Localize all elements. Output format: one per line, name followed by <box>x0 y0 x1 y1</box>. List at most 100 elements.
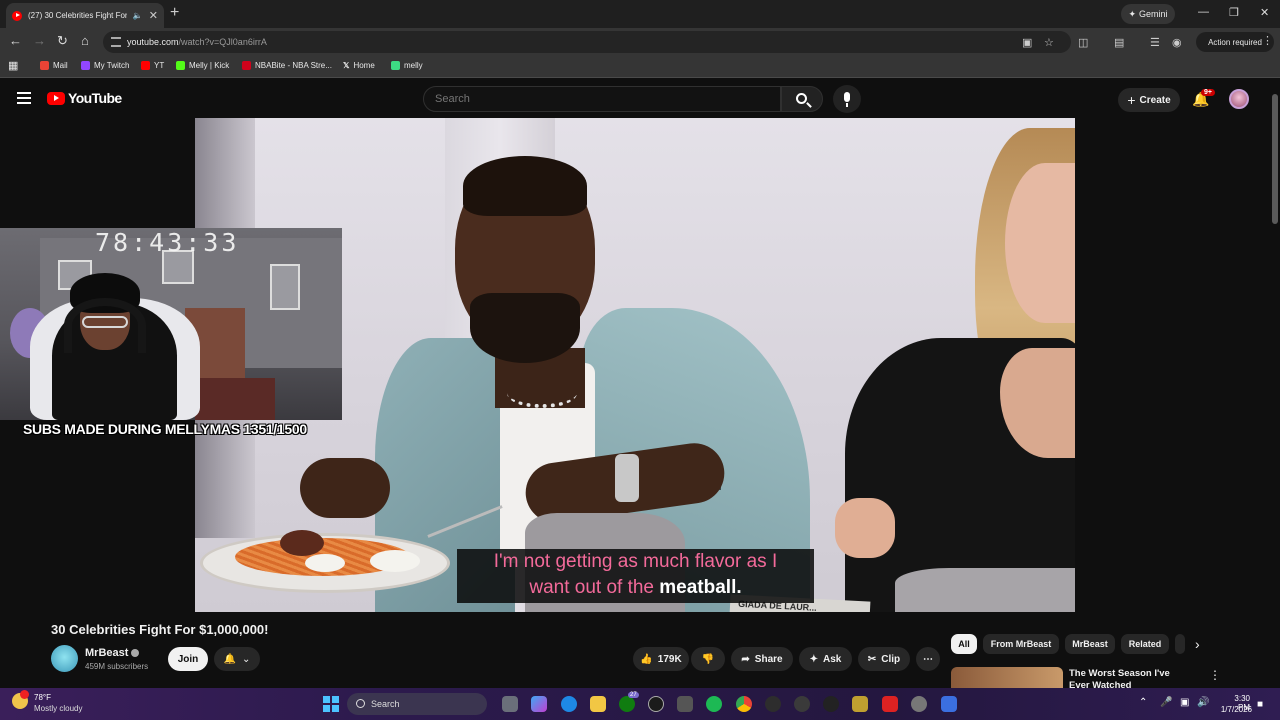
recommended-video-title[interactable]: The Worst Season I've Ever Watched <box>1069 668 1189 688</box>
cast-icon[interactable]: ▣ <box>1022 36 1032 49</box>
account-avatar[interactable] <box>1229 89 1249 109</box>
spotify-icon[interactable] <box>706 696 722 712</box>
woman-hand <box>835 498 895 558</box>
steam-icon[interactable] <box>648 696 664 712</box>
close-window-icon[interactable]: ✕ <box>1260 6 1269 19</box>
forward-icon[interactable]: → <box>33 33 46 48</box>
chip-all[interactable]: All <box>951 634 977 654</box>
bookmark-star-icon[interactable]: ☆ <box>1044 36 1054 49</box>
create-label: Create <box>1139 94 1171 106</box>
extensions-icon[interactable]: ◫ <box>1078 36 1088 49</box>
gemini-button[interactable]: ✦ Gemini <box>1121 4 1175 24</box>
action-required-label: Action required <box>1208 37 1262 47</box>
obs-icon[interactable] <box>765 696 781 712</box>
weather-description[interactable]: Mostly cloudy <box>34 704 82 713</box>
melly-icon <box>391 61 400 70</box>
glasses <box>82 316 128 328</box>
back-icon[interactable]: ← <box>9 33 22 48</box>
recommended-video-thumbnail[interactable] <box>951 667 1063 688</box>
chrome-icon[interactable] <box>736 696 752 712</box>
tab-search-icon[interactable]: ▤ <box>1114 36 1124 49</box>
minimize-icon[interactable]: — <box>1198 6 1209 18</box>
roblox-icon[interactable] <box>941 696 957 712</box>
more-actions-button[interactable]: ⋯ <box>916 647 940 671</box>
store-icon[interactable] <box>677 696 693 712</box>
taskbar-search-label: Search <box>371 699 400 709</box>
tray-notification-icon[interactable]: ■ <box>1257 699 1263 710</box>
mozzarella <box>305 554 345 572</box>
windows-taskbar <box>0 688 1280 720</box>
edge-icon[interactable] <box>561 696 577 712</box>
bookmark-melly[interactable]: melly <box>391 61 423 70</box>
share-button[interactable]: ➦ Share <box>731 647 793 671</box>
tab-close-icon[interactable]: ✕ <box>149 9 158 22</box>
capcut-icon[interactable] <box>823 696 839 712</box>
browser-tab[interactable]: (27) 30 Celebrities Fight For 🔈 ✕ <box>6 3 164 28</box>
xbox-icon[interactable] <box>619 696 635 712</box>
bookmark-yt[interactable]: YT <box>141 61 164 70</box>
search-button[interactable] <box>781 86 823 112</box>
channel-name[interactable]: MrBeast <box>85 647 140 659</box>
address-bar[interactable]: youtube.com/watch?v=QJl0an6irrA <box>103 31 1071 53</box>
taskbar-clock-date[interactable]: 1/7/2026 <box>1218 705 1252 714</box>
tray-volume-icon[interactable]: 🔊 <box>1197 697 1209 708</box>
bookmark-my-twitch[interactable]: My Twitch <box>81 61 129 70</box>
new-tab-button[interactable]: + <box>170 4 179 22</box>
chip-label: From MrBeast <box>990 639 1052 649</box>
tray-mic-icon[interactable]: 🎤 <box>1160 697 1172 708</box>
scissors-icon: ✂ <box>867 653 877 665</box>
reading-list-icon[interactable]: ☰ <box>1150 36 1160 49</box>
bookmarks-bar: ▦ Mail My Twitch YT Melly | Kick NBABite… <box>0 56 1280 78</box>
recommended-more-icon[interactable]: ⋮ <box>1209 668 1221 682</box>
channel-avatar[interactable] <box>51 645 78 672</box>
red-app-icon[interactable] <box>882 696 898 712</box>
home-icon[interactable]: ⌂ <box>81 33 89 48</box>
chevron-right-icon[interactable]: › <box>1195 636 1200 652</box>
chip-from-mrbeast[interactable]: From MrBeast <box>983 634 1059 654</box>
bookmark-nbabite[interactable]: NBABite - NBA Stre... <box>242 61 332 70</box>
chip-label: All <box>958 639 970 649</box>
file-explorer-icon[interactable] <box>590 696 606 712</box>
tray-chevron-up-icon[interactable]: ⌃ <box>1139 697 1147 708</box>
subtitle-caption: I'm not getting as much flavor as I want… <box>457 549 814 603</box>
url-host: youtube.com <box>127 37 179 47</box>
reload-icon[interactable]: ↻ <box>57 33 68 49</box>
x-icon: 𝕏 <box>343 61 350 70</box>
bookmark-mail[interactable]: Mail <box>40 61 68 70</box>
clip-button[interactable]: ✂ Clip <box>858 647 910 671</box>
game-launcher-icon[interactable] <box>852 696 868 712</box>
meatball <box>280 530 324 556</box>
tray-network-icon[interactable]: ▣ <box>1180 697 1189 708</box>
restore-icon[interactable]: ❐ <box>1229 6 1239 19</box>
settings-gear-icon[interactable] <box>911 696 927 712</box>
windows-start-icon[interactable] <box>323 696 339 712</box>
site-info-icon[interactable] <box>111 37 121 47</box>
bookmark-home[interactable]: 𝕏 Home <box>343 61 375 70</box>
copilot-icon[interactable] <box>531 696 547 712</box>
browser-menu-icon[interactable]: ⋮ <box>1262 34 1273 47</box>
apps-grid-icon[interactable]: ▦ <box>8 59 18 72</box>
voice-search-mic-icon[interactable] <box>833 85 861 113</box>
taskbar-search[interactable]: Search <box>347 693 487 715</box>
task-view-icon[interactable] <box>502 696 518 712</box>
weather-temperature[interactable]: 78°F <box>34 693 51 702</box>
join-button[interactable]: Join <box>168 647 208 671</box>
chip-related[interactable]: Related <box>1121 634 1169 654</box>
hamburger-menu-icon[interactable] <box>17 92 31 104</box>
chip-mrbeast[interactable]: MrBeast <box>1065 634 1115 654</box>
search-input[interactable] <box>423 86 781 112</box>
profile-extension-icon[interactable]: ◉ <box>1172 36 1182 49</box>
subscribed-notifications-button[interactable]: 🔔 ⌄ <box>214 647 260 671</box>
gemini-label: Gemini <box>1139 9 1168 19</box>
like-button[interactable]: 👍 179K <box>633 647 689 671</box>
create-button[interactable]: + Create <box>1118 88 1180 112</box>
youtube-logo[interactable]: YouTube <box>47 90 122 106</box>
ask-button[interactable]: ✦ Ask <box>799 647 852 671</box>
bookmark-melly-kick[interactable]: Melly | Kick <box>176 61 229 70</box>
tab-audio-icon[interactable]: 🔈 <box>133 11 143 20</box>
dislike-button[interactable]: 👎 <box>691 647 725 671</box>
chip-partial[interactable] <box>1175 634 1185 654</box>
scrollbar-thumb[interactable] <box>1272 94 1278 224</box>
youtube-play-icon <box>47 91 65 105</box>
media-player-icon[interactable] <box>794 696 810 712</box>
